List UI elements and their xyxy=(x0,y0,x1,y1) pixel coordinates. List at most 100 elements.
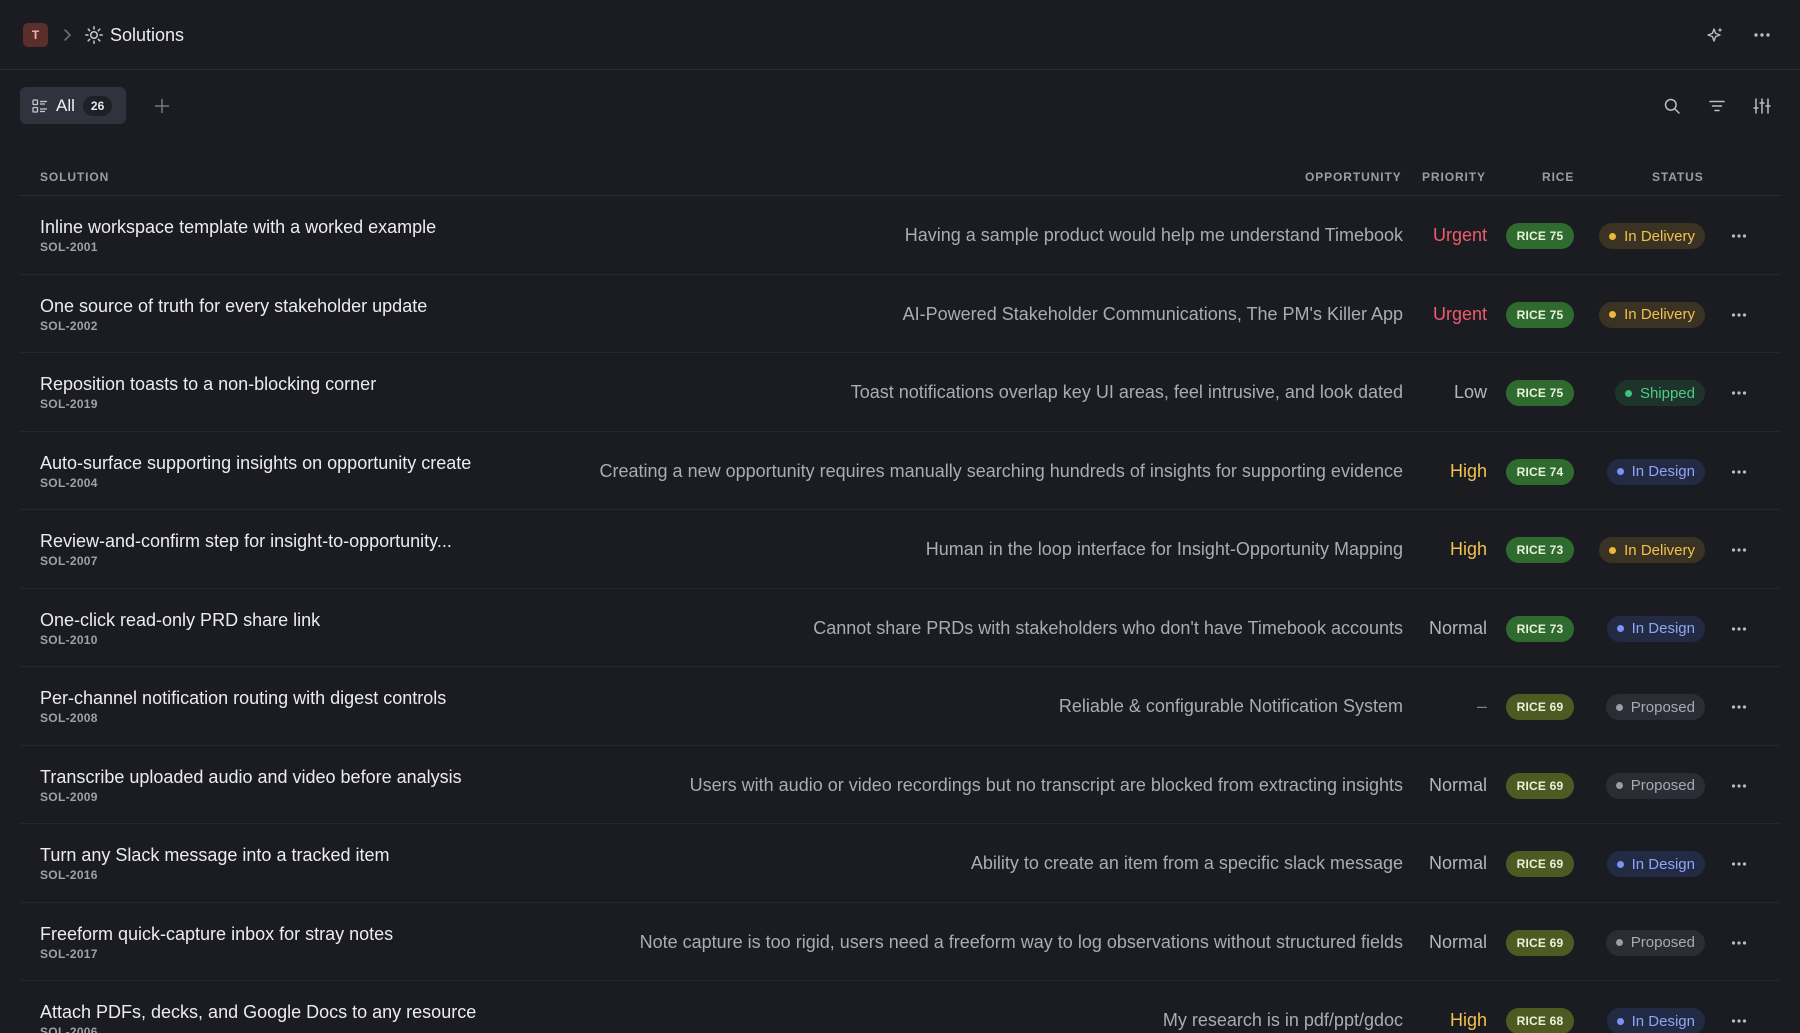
status-badge[interactable]: In Design xyxy=(1606,458,1705,485)
solution-id: SOL-2019 xyxy=(40,397,98,411)
column-header-priority[interactable]: PRIORITY xyxy=(1422,170,1486,184)
row-more-button[interactable] xyxy=(1728,1010,1750,1032)
row-more-button[interactable] xyxy=(1728,461,1750,483)
opportunity-link[interactable]: Cannot share PRDs with stakeholders who … xyxy=(813,617,1403,639)
solution-id: SOL-2010 xyxy=(40,632,98,647)
solution-title[interactable]: Freeform quick-capture inbox for stray n… xyxy=(40,923,393,945)
column-header-status[interactable]: STATUS xyxy=(1652,170,1704,184)
status-dot-icon xyxy=(1616,625,1624,632)
table-row[interactable]: Review-and-confirm step for insight-to-o… xyxy=(20,510,1780,589)
solution-title[interactable]: Review-and-confirm step for insight-to-o… xyxy=(40,530,452,552)
opportunity-link[interactable]: Having a sample product would help me un… xyxy=(905,224,1403,246)
table-row[interactable]: Reposition toasts to a non-blocking corn… xyxy=(20,353,1780,432)
priority-value[interactable]: High xyxy=(1450,538,1487,560)
page-title: Solutions xyxy=(110,25,185,45)
solution-title[interactable]: One source of truth for every stakeholde… xyxy=(40,295,427,317)
row-more-button[interactable] xyxy=(1728,539,1750,561)
ellipsis-icon xyxy=(1731,391,1747,395)
opportunity-link[interactable]: AI-Powered Stakeholder Communications, T… xyxy=(903,303,1403,325)
priority-value[interactable]: Urgent xyxy=(1433,303,1487,325)
row-more-button[interactable] xyxy=(1728,853,1750,875)
priority-value[interactable]: Normal xyxy=(1429,774,1487,796)
filter-button[interactable] xyxy=(1705,94,1729,118)
table-row[interactable]: Turn any Slack message into a tracked it… xyxy=(20,824,1780,903)
row-more-button[interactable] xyxy=(1728,225,1750,247)
solution-title[interactable]: Reposition toasts to a non-blocking corn… xyxy=(40,373,376,395)
status-badge[interactable]: Proposed xyxy=(1605,694,1705,720)
solution-title[interactable]: Auto-surface supporting insights on oppo… xyxy=(40,452,471,474)
table-row[interactable]: Per-channel notification routing with di… xyxy=(20,667,1780,746)
opportunity-link[interactable]: Toast notifications overlap key UI areas… xyxy=(851,381,1403,403)
plus-icon xyxy=(155,99,169,113)
status-badge[interactable]: In Design xyxy=(1606,615,1705,642)
row-more-button[interactable] xyxy=(1728,382,1750,404)
more-options-button[interactable] xyxy=(1749,23,1775,47)
solutions-sun-icon xyxy=(84,25,104,45)
solution-id: SOL-2017 xyxy=(40,946,98,961)
opportunity-link[interactable]: Reliable & configurable Notification Sys… xyxy=(1059,695,1403,717)
ellipsis-icon xyxy=(1731,312,1747,317)
display-settings-button[interactable] xyxy=(1750,94,1774,118)
status-badge[interactable]: Proposed xyxy=(1605,772,1705,799)
solutions-table: Inline workspace template with a worked … xyxy=(20,196,1780,1033)
solution-title[interactable]: Attach PDFs, decks, and Google Docs to a… xyxy=(40,1001,476,1023)
table-row[interactable]: Inline workspace template with a worked … xyxy=(20,196,1780,275)
workspace-avatar[interactable]: T xyxy=(23,23,48,47)
search-icon xyxy=(1664,98,1680,114)
table-row[interactable]: Auto-surface supporting insights on oppo… xyxy=(20,432,1780,510)
solution-title[interactable]: Turn any Slack message into a tracked it… xyxy=(40,844,390,866)
status-badge[interactable]: Shipped xyxy=(1614,380,1705,406)
column-header-solution[interactable]: SOLUTION xyxy=(40,170,109,184)
column-header-rice[interactable]: RICE xyxy=(1542,170,1574,184)
ellipsis-icon xyxy=(1731,548,1747,552)
row-more-button[interactable] xyxy=(1728,304,1750,326)
row-more-button[interactable] xyxy=(1728,775,1750,797)
opportunity-link[interactable]: Ability to create an item from a specifi… xyxy=(971,852,1403,874)
opportunity-link[interactable]: Users with audio or video recordings but… xyxy=(690,774,1403,796)
rice-score-badge: RICE 69 xyxy=(1506,851,1574,877)
opportunity-link[interactable]: Human in the loop interface for Insight-… xyxy=(926,538,1403,560)
row-more-button[interactable] xyxy=(1728,932,1750,954)
rice-score-badge: RICE 75 xyxy=(1506,223,1574,249)
ellipsis-icon xyxy=(1731,783,1747,788)
table-row[interactable]: One source of truth for every stakeholde… xyxy=(20,275,1780,353)
priority-value[interactable]: High xyxy=(1450,1009,1487,1031)
table-row[interactable]: Attach PDFs, decks, and Google Docs to a… xyxy=(20,981,1780,1033)
status-label: In Design xyxy=(1631,620,1695,637)
status-dot-icon xyxy=(1615,939,1623,946)
sparkle-icon xyxy=(1707,27,1723,42)
ai-sparkle-button[interactable] xyxy=(1702,23,1728,47)
opportunity-link[interactable]: Note capture is too rigid, users need a … xyxy=(640,931,1403,953)
priority-value[interactable]: Normal xyxy=(1429,852,1487,874)
column-header-opportunity[interactable]: OPPORTUNITY xyxy=(1305,170,1402,184)
status-badge[interactable]: In Delivery xyxy=(1599,301,1705,328)
rice-score-badge: RICE 69 xyxy=(1506,772,1574,799)
status-badge[interactable]: In Delivery xyxy=(1599,537,1705,563)
status-badge[interactable]: In Design xyxy=(1606,1008,1705,1033)
table-row[interactable]: Freeform quick-capture inbox for stray n… xyxy=(20,903,1780,981)
solution-title[interactable]: Per-channel notification routing with di… xyxy=(40,687,446,709)
row-more-button[interactable] xyxy=(1728,618,1750,640)
priority-value[interactable]: Low xyxy=(1454,381,1487,403)
priority-value[interactable]: High xyxy=(1450,460,1487,482)
solution-title[interactable]: One-click read-only PRD share link xyxy=(40,609,320,631)
priority-value[interactable]: Normal xyxy=(1429,617,1487,639)
row-more-button[interactable] xyxy=(1728,696,1750,718)
priority-value[interactable]: Urgent xyxy=(1433,224,1487,246)
status-badge[interactable]: In Delivery xyxy=(1599,223,1705,249)
search-button[interactable] xyxy=(1660,94,1684,118)
opportunity-link[interactable]: My research is in pdf/ppt/gdoc xyxy=(1163,1009,1403,1031)
solution-title[interactable]: Inline workspace template with a worked … xyxy=(40,216,436,238)
status-badge[interactable]: Proposed xyxy=(1605,929,1705,956)
status-dot-icon xyxy=(1616,1017,1624,1025)
table-row[interactable]: One-click read-only PRD share link SOL-2… xyxy=(20,589,1780,667)
table-row[interactable]: Transcribe uploaded audio and video befo… xyxy=(20,746,1780,824)
priority-value[interactable]: Normal xyxy=(1429,931,1487,953)
solution-title[interactable]: Transcribe uploaded audio and video befo… xyxy=(40,766,462,788)
opportunity-link[interactable]: Creating a new opportunity requires manu… xyxy=(600,460,1403,482)
priority-value[interactable]: – xyxy=(1477,695,1487,717)
sliders-icon xyxy=(1753,98,1771,114)
view-tab-all[interactable]: All 26 xyxy=(20,87,126,124)
add-view-button[interactable] xyxy=(150,94,174,118)
status-badge[interactable]: In Design xyxy=(1606,851,1705,877)
